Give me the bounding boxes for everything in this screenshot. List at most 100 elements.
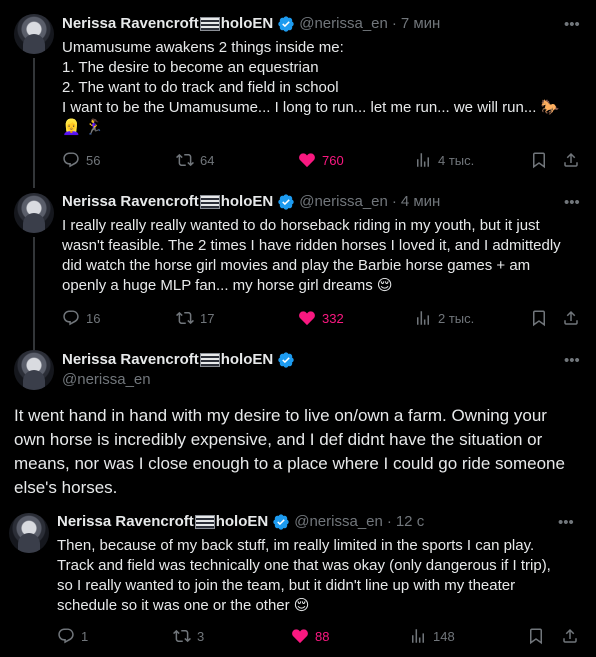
action-bar: 56 64 760 4 тыс. — [62, 150, 582, 170]
text-line: 2. The want to do track and field in sch… — [62, 79, 339, 96]
timestamp[interactable]: 12 с — [396, 512, 424, 532]
avatar[interactable] — [9, 513, 49, 553]
share-button[interactable] — [562, 150, 580, 170]
reply-count: 16 — [86, 310, 101, 326]
text-line: 👱‍♀️ 🏃‍♀️ — [62, 119, 104, 136]
verified-badge-icon[interactable] — [277, 15, 295, 33]
views-icon — [417, 153, 429, 167]
thread-line — [33, 237, 35, 350]
repost-count: 3 — [197, 628, 205, 644]
views-count: 2 тыс. — [438, 310, 475, 326]
post-1[interactable]: Nerissa Ravencroft holoEN @nerissa_en · … — [0, 0, 596, 188]
repost-button[interactable]: 17 — [176, 308, 214, 328]
avatar[interactable] — [14, 193, 54, 233]
handle[interactable]: @nerissa_en — [299, 192, 388, 212]
display-name-suffix[interactable]: holoEN — [216, 512, 269, 532]
text-line: means, nor was I close enough to a place… — [14, 454, 565, 473]
repost-button[interactable]: 64 — [176, 150, 214, 170]
share-icon — [564, 152, 578, 167]
like-button[interactable]: 332 — [298, 308, 344, 328]
display-name[interactable]: Nerissa Ravencroft — [62, 350, 199, 370]
more-options-icon[interactable]: ••• — [558, 514, 574, 531]
text-line: own horse is incredibly expensive, and I… — [14, 430, 543, 449]
post-text: It went hand in hand with my desire to l… — [14, 404, 589, 500]
views-count: 148 — [433, 628, 455, 644]
like-button[interactable]: 760 — [298, 150, 344, 170]
share-icon — [564, 310, 578, 325]
like-count: 760 — [322, 152, 344, 168]
text-line: openly a huge MLP fan... my horse girl d… — [62, 277, 393, 294]
post-header: Nerissa Ravencroft holoEN @nerissa_en · … — [62, 192, 440, 212]
repost-icon — [176, 311, 194, 325]
action-bar: 1 3 88 148 — [57, 626, 587, 646]
handle[interactable]: @nerissa_en — [62, 370, 151, 390]
avatar[interactable] — [14, 14, 54, 54]
reply-icon — [63, 310, 79, 326]
post-3-focused: Nerissa Ravencroft holoEN @nerissa_en ••… — [0, 340, 596, 510]
more-options-icon[interactable]: ••• — [564, 194, 580, 211]
repost-count: 64 — [200, 152, 215, 168]
verified-badge-icon[interactable] — [277, 351, 295, 369]
post-text: Umamusume awakens 2 things inside me: 1.… — [62, 38, 582, 138]
bookmark-button[interactable] — [530, 150, 548, 170]
heart-icon — [299, 153, 315, 168]
bookmark-icon — [530, 628, 542, 645]
bookmark-icon — [533, 152, 545, 169]
views-button[interactable]: 4 тыс. — [414, 150, 474, 170]
repost-icon — [173, 629, 191, 643]
post-4[interactable]: Nerissa Ravencroft holoEN @nerissa_en · … — [0, 505, 596, 657]
handle[interactable]: @nerissa_en — [294, 512, 383, 532]
timestamp[interactable]: 7 мин — [401, 14, 441, 34]
text-line: schedule so it was one or the other 😌 — [57, 597, 310, 614]
text-line: Track and field was technically one that… — [57, 557, 551, 574]
display-name-suffix[interactable]: holoEN — [221, 14, 274, 34]
text-line: I want to be the Umamusume... I long to … — [62, 99, 560, 116]
post-header: Nerissa Ravencroft holoEN @nerissa_en · … — [57, 512, 424, 532]
share-button[interactable] — [562, 308, 580, 328]
share-button[interactable] — [561, 626, 579, 646]
text-line: Then, because of my back stuff, im reall… — [57, 537, 535, 554]
thread-line — [33, 58, 35, 188]
keyboard-icon — [199, 353, 220, 367]
reply-button[interactable]: 16 — [62, 308, 100, 328]
timestamp[interactable]: 4 мин — [401, 192, 441, 212]
display-name-suffix[interactable]: holoEN — [221, 192, 274, 212]
text-line: 1. The desire to become an equestrian — [62, 59, 319, 76]
bookmark-button[interactable] — [527, 626, 545, 646]
separator-dot: · — [391, 193, 397, 210]
post-text: Then, because of my back stuff, im reall… — [57, 536, 587, 616]
heart-icon — [292, 629, 308, 644]
text-line: Umamusume awakens 2 things inside me: — [62, 39, 344, 56]
more-options-icon[interactable]: ••• — [564, 16, 580, 33]
post-header: Nerissa Ravencroft holoEN — [62, 350, 299, 370]
reply-icon — [63, 152, 79, 168]
views-button[interactable]: 148 — [409, 626, 455, 646]
verified-badge-icon[interactable] — [272, 513, 290, 531]
verified-badge-icon[interactable] — [277, 193, 295, 211]
share-icon — [563, 628, 577, 643]
post-header: Nerissa Ravencroft holoEN @nerissa_en · … — [62, 14, 440, 34]
bookmark-button[interactable] — [530, 308, 548, 328]
text-line: so I really wanted to join the team, but… — [57, 577, 516, 594]
post-2[interactable]: Nerissa Ravencroft holoEN @nerissa_en · … — [0, 180, 596, 350]
reply-button[interactable]: 1 — [57, 626, 88, 646]
handle[interactable]: @nerissa_en — [299, 14, 388, 34]
views-icon — [412, 629, 424, 643]
avatar[interactable] — [14, 350, 54, 390]
repost-icon — [176, 153, 194, 167]
display-name[interactable]: Nerissa Ravencroft — [62, 192, 199, 212]
repost-button[interactable]: 3 — [173, 626, 204, 646]
display-name-suffix[interactable]: holoEN — [221, 350, 274, 370]
views-button[interactable]: 2 тыс. — [414, 308, 474, 328]
separator-dot: · — [386, 513, 392, 530]
keyboard-icon — [194, 515, 215, 529]
keyboard-icon — [199, 195, 220, 209]
display-name[interactable]: Nerissa Ravencroft — [57, 512, 194, 532]
reply-button[interactable]: 56 — [62, 150, 100, 170]
text-line: It went hand in hand with my desire to l… — [14, 406, 547, 425]
keyboard-icon — [199, 17, 220, 31]
like-button[interactable]: 88 — [291, 626, 329, 646]
reply-icon — [58, 628, 74, 644]
display-name[interactable]: Nerissa Ravencroft — [62, 14, 199, 34]
more-options-icon[interactable]: ••• — [564, 352, 580, 369]
